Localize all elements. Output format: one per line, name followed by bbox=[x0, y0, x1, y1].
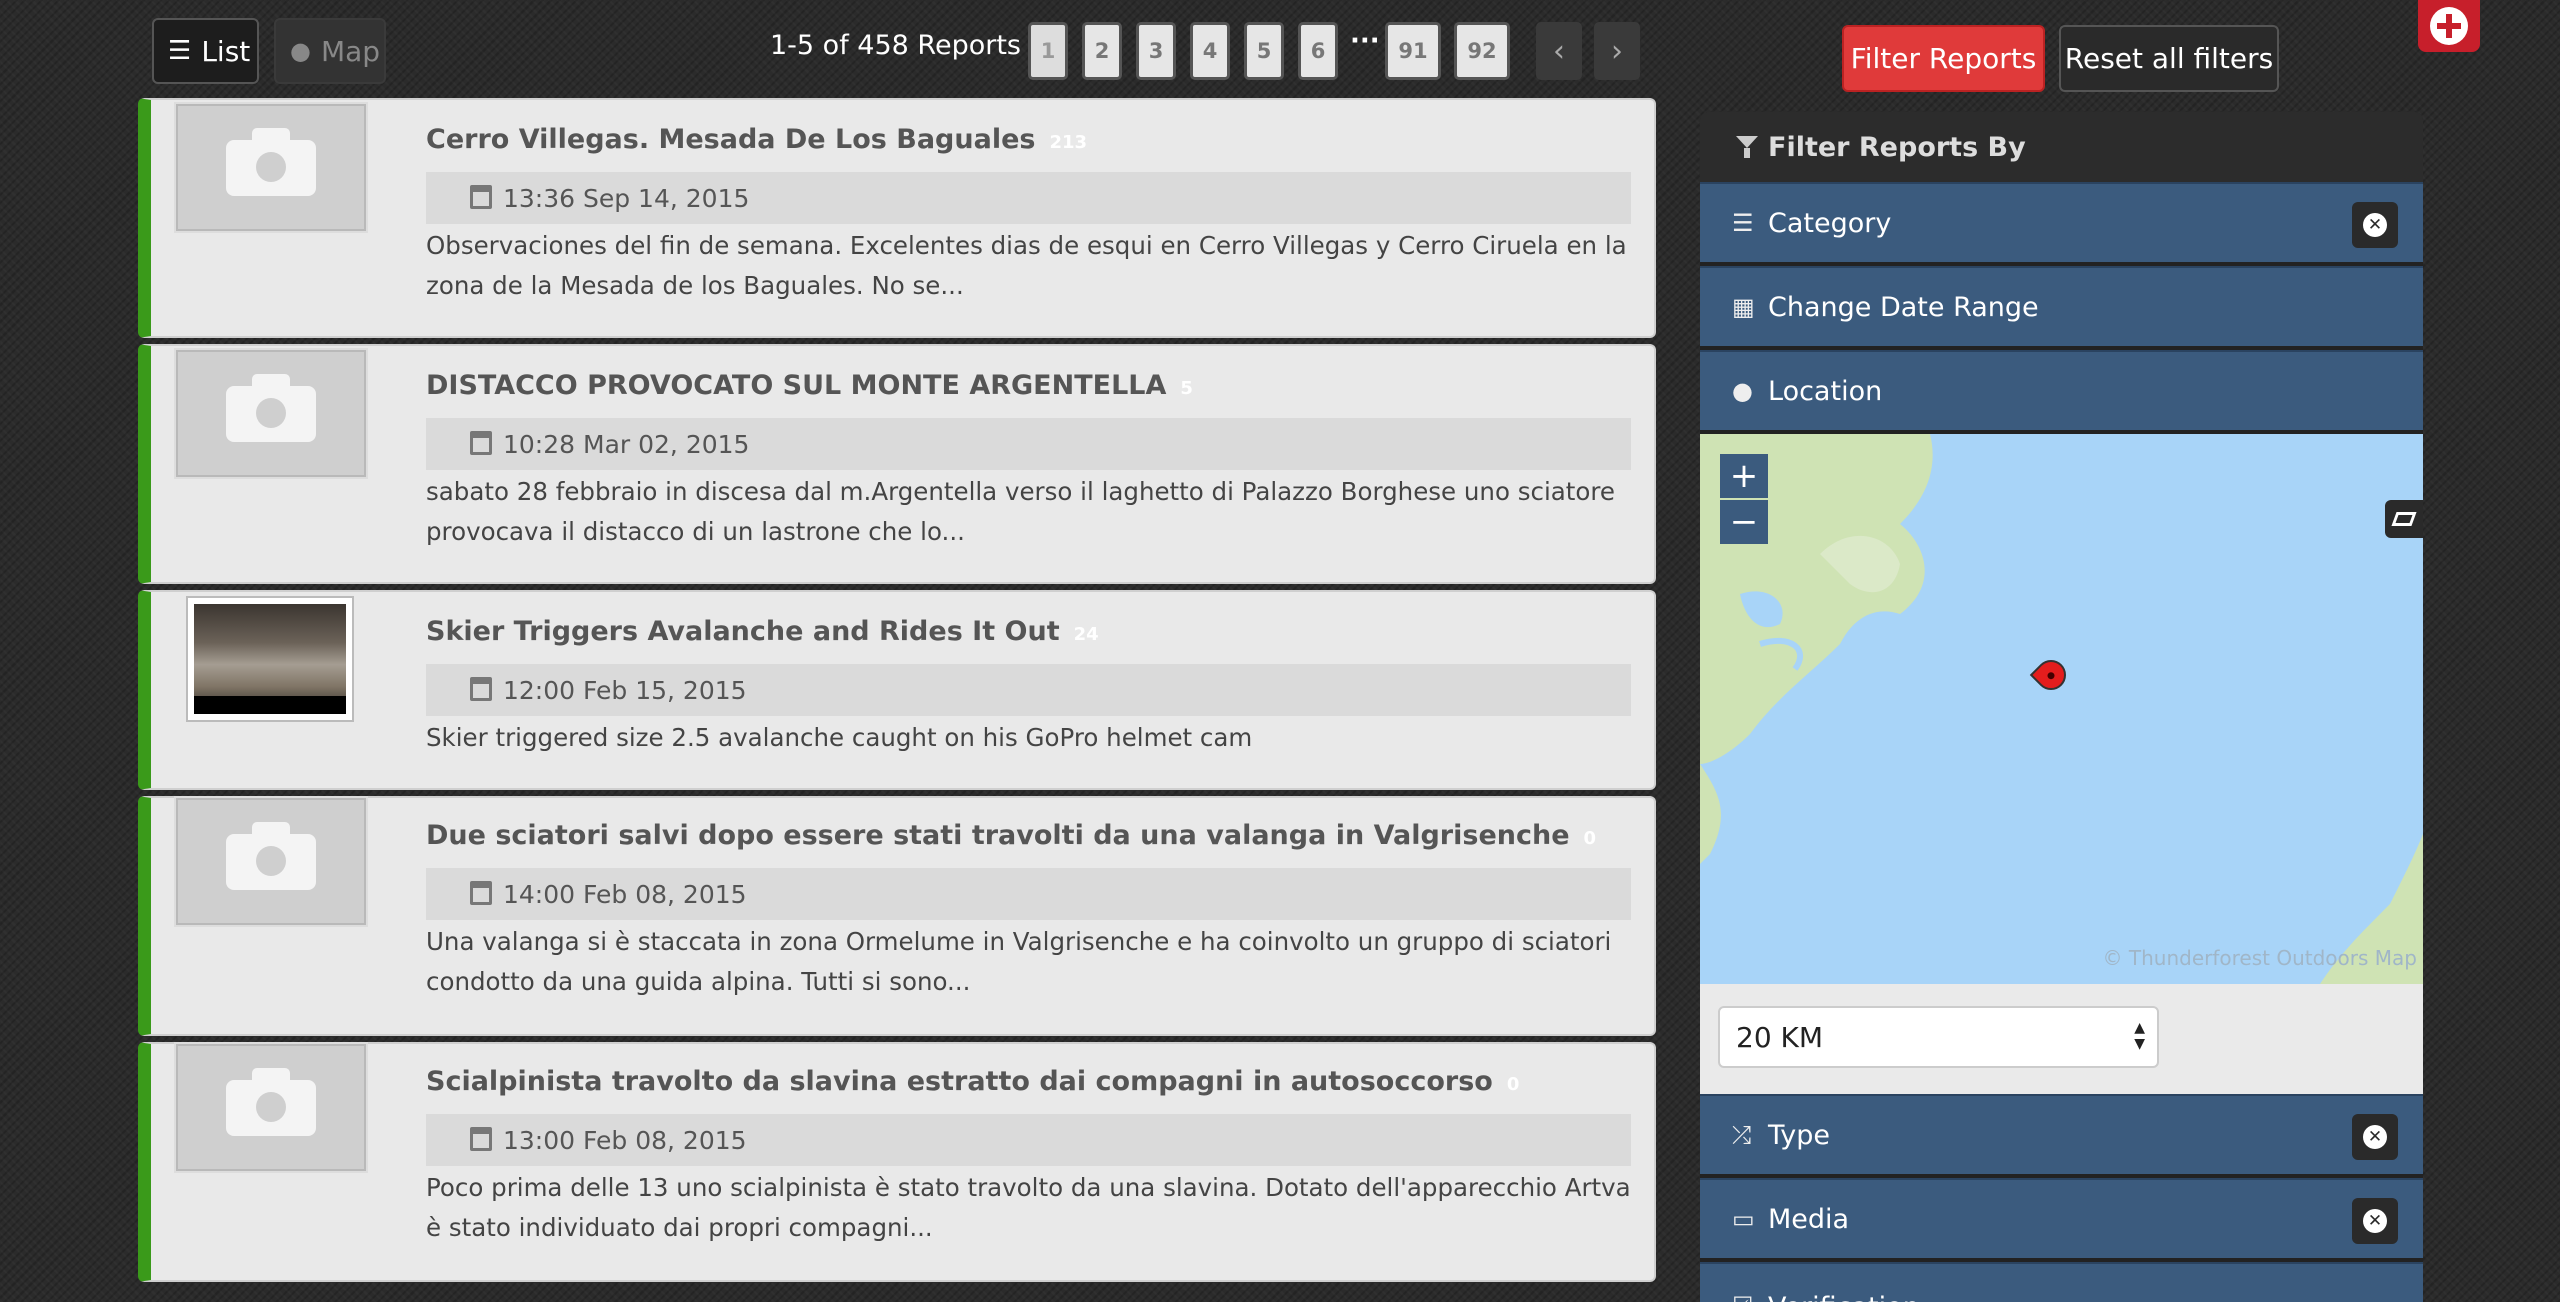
report-date: 12:00 Feb 15, 2015 bbox=[426, 664, 1631, 716]
camera-icon bbox=[174, 102, 368, 233]
clear-type-button[interactable]: ✕ bbox=[2352, 1114, 2398, 1160]
report-title[interactable]: DISTACCO PROVOCATO SUL MONTE ARGENTELLA 5 bbox=[426, 370, 1193, 401]
report-description: Skier triggered size 2.5 avalanche caugh… bbox=[426, 723, 1253, 752]
map-attribution: © Thunderforest Outdoors Map bbox=[2102, 946, 2417, 970]
list-icon: ☰ bbox=[1732, 209, 1754, 237]
prev-page-button[interactable]: ‹ bbox=[1536, 22, 1582, 80]
calendar-icon bbox=[470, 677, 492, 701]
filter-section-location[interactable]: ● Location bbox=[1700, 350, 2423, 430]
calendar-icon bbox=[470, 881, 492, 905]
filter-icon bbox=[1736, 136, 1758, 158]
filter-section-category[interactable]: ☰ Category ✕ bbox=[1700, 182, 2423, 262]
close-icon: ✕ bbox=[2363, 1125, 2387, 1149]
camera-icon bbox=[174, 1042, 368, 1173]
page-1[interactable]: 1 bbox=[1028, 22, 1068, 80]
check-icon: ☑ bbox=[1732, 1292, 1754, 1302]
map-view-label: Map bbox=[320, 34, 381, 68]
report-date: 14:00 Feb 08, 2015 bbox=[426, 868, 1631, 920]
calendar-icon bbox=[470, 185, 492, 209]
report-title[interactable]: Due sciatori salvi dopo essere stati tra… bbox=[426, 820, 1596, 851]
filter-section-date-range[interactable]: ▦ Change Date Range bbox=[1700, 266, 2423, 346]
clear-media-button[interactable]: ✕ bbox=[2352, 1198, 2398, 1244]
report-count: 1-5 of 458 Reports bbox=[770, 30, 1021, 61]
list-icon: ☰ bbox=[168, 36, 192, 66]
page-91[interactable]: 91 bbox=[1385, 22, 1441, 80]
filter-reports-button[interactable]: Filter Reports bbox=[1842, 25, 2045, 92]
page-3[interactable]: 3 bbox=[1136, 22, 1176, 80]
comment-count: 213 bbox=[1049, 132, 1088, 153]
filter-section-verification[interactable]: ☑ Verification bbox=[1700, 1262, 2423, 1302]
filter-panel: Filter Reports By ☰ Category ✕ ▦ Change … bbox=[1700, 112, 2423, 1302]
comment-count: 0 bbox=[1583, 828, 1597, 849]
calendar-icon: ▦ bbox=[1732, 293, 1755, 321]
report-card[interactable]: Cerro Villegas. Mesada De Los Baguales 21… bbox=[138, 98, 1656, 338]
zoom-in-button[interactable]: + bbox=[1720, 454, 1768, 498]
page-4[interactable]: 4 bbox=[1190, 22, 1230, 80]
comment-count: 24 bbox=[1073, 624, 1099, 645]
report-card[interactable]: Skier Triggers Avalanche and Rides It Ou… bbox=[138, 590, 1656, 790]
filter-panel-header: Filter Reports By bbox=[1700, 112, 2423, 182]
comment-count: 0 bbox=[1506, 1074, 1520, 1095]
camera-icon bbox=[174, 796, 368, 927]
chevron-right-icon: › bbox=[1611, 33, 1623, 69]
video-thumbnail[interactable] bbox=[186, 596, 354, 722]
radius-area: 20 KM ▲ ▼ bbox=[1700, 984, 2423, 1094]
report-description: Observaciones del fin de semana. Excelen… bbox=[426, 231, 1627, 300]
report-card[interactable]: Scialpinista travolto da slavina estratt… bbox=[138, 1042, 1656, 1282]
chevron-left-icon: ‹ bbox=[1553, 33, 1565, 69]
report-date: 13:00 Feb 08, 2015 bbox=[426, 1114, 1631, 1166]
radius-select[interactable]: 20 KM ▲ ▼ bbox=[1718, 1006, 2159, 1068]
next-page-button[interactable]: › bbox=[1594, 22, 1640, 80]
comment-count: 5 bbox=[1180, 378, 1193, 399]
filter-section-media[interactable]: ▭ Media ✕ bbox=[1700, 1178, 2423, 1258]
globe-icon: ● bbox=[290, 37, 311, 65]
page-92[interactable]: 92 bbox=[1454, 22, 1510, 80]
report-title[interactable]: Scialpinista travolto da slavina estratt… bbox=[426, 1066, 1519, 1097]
page-2[interactable]: 2 bbox=[1082, 22, 1122, 80]
close-icon: ✕ bbox=[2363, 1209, 2387, 1233]
globe-icon: ● bbox=[1732, 377, 1753, 405]
calendar-icon bbox=[470, 1127, 492, 1151]
report-title[interactable]: Skier Triggers Avalanche and Rides It Ou… bbox=[426, 616, 1099, 647]
report-title[interactable]: Cerro Villegas. Mesada De Los Baguales 21… bbox=[426, 124, 1087, 155]
add-report-button[interactable] bbox=[2418, 0, 2480, 52]
page-ellipsis: ··· bbox=[1350, 26, 1380, 56]
monitor-icon: ▭ bbox=[1732, 1205, 1755, 1233]
page-5[interactable]: 5 bbox=[1244, 22, 1284, 80]
clear-category-button[interactable]: ✕ bbox=[2352, 202, 2398, 248]
plus-icon bbox=[2430, 7, 2468, 45]
report-date: 10:28 Mar 02, 2015 bbox=[426, 418, 1631, 470]
report-description: Una valanga si è staccata in zona Ormelu… bbox=[426, 927, 1612, 996]
updown-icon: ▲ ▼ bbox=[2134, 1020, 2145, 1052]
report-description: sabato 28 febbraio in discesa dal m.Arge… bbox=[426, 477, 1615, 546]
report-card[interactable]: Due sciatori salvi dopo essere stati tra… bbox=[138, 796, 1656, 1036]
reset-filters-button[interactable]: Reset all filters bbox=[2059, 25, 2279, 92]
report-card[interactable]: DISTACCO PROVOCATO SUL MONTE ARGENTELLA 5… bbox=[138, 344, 1656, 584]
close-icon: ✕ bbox=[2363, 213, 2387, 237]
report-description: Poco prima delle 13 uno scialpinista è s… bbox=[426, 1173, 1631, 1242]
list-view-button[interactable]: ☰ List bbox=[152, 18, 259, 84]
list-view-label: List bbox=[201, 34, 251, 68]
location-map[interactable]: + − © Thunderforest Outdoors Map bbox=[1700, 434, 2423, 984]
shuffle-icon: ⤮ bbox=[1732, 1121, 1752, 1149]
filter-section-type[interactable]: ⤮ Type ✕ bbox=[1700, 1094, 2423, 1174]
map-land bbox=[1700, 434, 2423, 984]
map-view-button[interactable]: ● Map bbox=[274, 18, 386, 84]
layers-button[interactable] bbox=[2385, 500, 2423, 538]
layers-icon bbox=[2391, 512, 2417, 526]
report-date: 13:36 Sep 14, 2015 bbox=[426, 172, 1631, 224]
camera-icon bbox=[174, 348, 368, 479]
zoom-out-button[interactable]: − bbox=[1720, 500, 1768, 544]
page-6[interactable]: 6 bbox=[1298, 22, 1338, 80]
calendar-icon bbox=[470, 431, 492, 455]
